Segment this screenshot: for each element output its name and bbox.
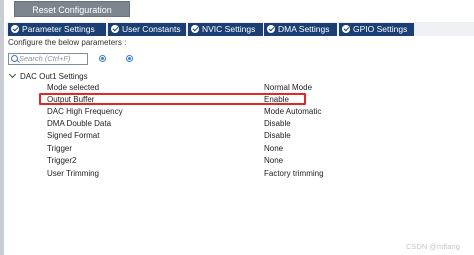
tab-dma-settings[interactable]: DMA Settings: [264, 23, 337, 36]
param-label-signed-format[interactable]: Signed Format: [47, 131, 99, 140]
tab-label: Parameter Settings: [22, 24, 95, 34]
left-panel-border: [0, 0, 4, 255]
param-value-trigger[interactable]: None: [264, 144, 283, 153]
chevron-down-icon[interactable]: [8, 70, 17, 79]
check-circle-icon: [267, 25, 275, 33]
tab-label: DMA Settings: [278, 24, 330, 34]
tab-bar: Parameter Settings User Constants NVIC S…: [6, 22, 474, 36]
param-value-mode-selected[interactable]: Normal Mode: [264, 83, 312, 92]
param-value-trigger2[interactable]: None: [264, 156, 283, 165]
check-circle-icon: [111, 25, 119, 33]
param-label-trigger[interactable]: Trigger: [47, 144, 72, 153]
next-match-icon[interactable]: [126, 55, 133, 62]
check-circle-icon: [191, 25, 199, 33]
search-icon: [11, 55, 18, 62]
tab-label: GPIO Settings: [353, 24, 408, 34]
tab-nvic-settings[interactable]: NVIC Settings: [188, 23, 263, 36]
param-label-trigger2[interactable]: Trigger2: [47, 156, 77, 165]
param-value-dac-high-frequency[interactable]: Mode Automatic: [264, 107, 321, 116]
check-circle-icon: [342, 25, 350, 33]
reset-configuration-button[interactable]: Reset Configuration: [14, 1, 130, 17]
param-label-dma-double-data[interactable]: DMA Double Data: [47, 119, 111, 128]
param-label-mode-selected[interactable]: Mode selected: [47, 83, 99, 92]
param-value-signed-format[interactable]: Disable: [264, 131, 291, 140]
param-value-dma-double-data[interactable]: Disable: [264, 119, 291, 128]
search-input[interactable]: Search (Ctrl+F): [8, 53, 88, 65]
param-value-user-trimming[interactable]: Factory trimming: [264, 169, 324, 178]
tab-user-constants[interactable]: User Constants: [108, 23, 186, 36]
tab-gpio-settings[interactable]: GPIO Settings: [339, 23, 414, 36]
param-value-output-buffer[interactable]: Enable: [264, 95, 289, 104]
check-circle-icon: [11, 25, 19, 33]
param-label-dac-high-frequency[interactable]: DAC High Frequency: [47, 107, 123, 116]
previous-match-icon[interactable]: [99, 55, 106, 62]
dac-out1-settings-group[interactable]: DAC Out1 Settings: [8, 70, 88, 81]
group-title: DAC Out1 Settings: [20, 72, 88, 81]
tab-label: NVIC Settings: [202, 24, 256, 34]
configure-instructions: Configure the below parameters :: [8, 38, 127, 47]
watermark: CSDN @mftang: [406, 242, 460, 251]
param-label-user-trimming[interactable]: User Trimming: [47, 169, 99, 178]
tab-label: User Constants: [122, 24, 181, 34]
tab-parameter-settings[interactable]: Parameter Settings: [8, 23, 106, 36]
param-label-output-buffer[interactable]: Output Buffer: [47, 95, 94, 104]
